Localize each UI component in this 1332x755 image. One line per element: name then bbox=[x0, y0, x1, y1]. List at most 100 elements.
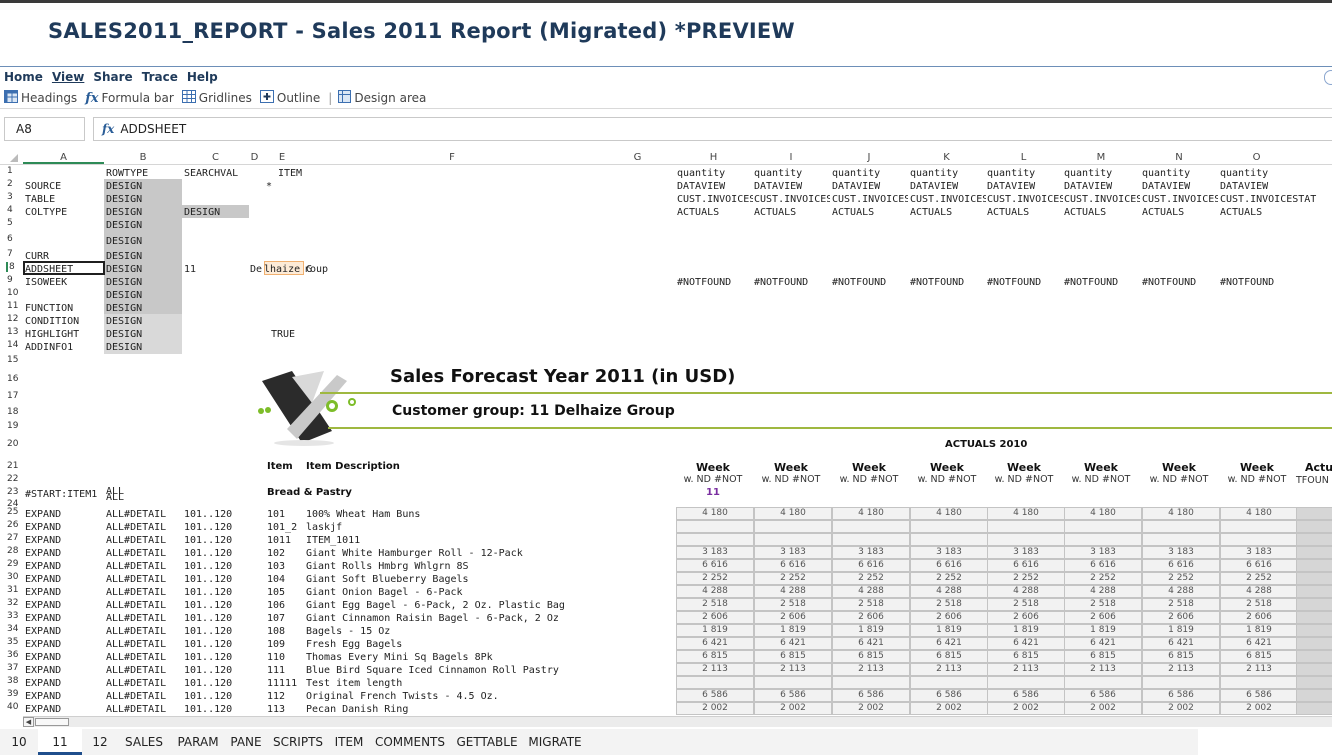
value-cell-34-1[interactable]: 1 819 bbox=[754, 624, 832, 637]
value-cell-25-6[interactable]: 4 180 bbox=[1142, 507, 1220, 520]
value-cell-36-7[interactable]: 6 815 bbox=[1220, 650, 1298, 663]
value-cell-29-4[interactable]: 6 616 bbox=[987, 559, 1065, 572]
value-cell-26-5[interactable] bbox=[1064, 520, 1142, 533]
value-cell-39-3[interactable]: 6 586 bbox=[910, 689, 988, 702]
value-cell-32-1[interactable]: 2 518 bbox=[754, 598, 832, 611]
value-cell-29-3[interactable]: 6 616 bbox=[910, 559, 988, 572]
menu-item-share[interactable]: Share bbox=[93, 70, 132, 86]
row-header-38[interactable]: 38 bbox=[7, 676, 18, 686]
value-cell-29-6[interactable]: 6 616 bbox=[1142, 559, 1220, 572]
actuals-total-cell-26[interactable] bbox=[1296, 520, 1332, 533]
value-cell-35-6[interactable]: 6 421 bbox=[1142, 637, 1220, 650]
value-cell-27-3[interactable] bbox=[910, 533, 988, 546]
value-cell-34-5[interactable]: 1 819 bbox=[1064, 624, 1142, 637]
row-header-40[interactable]: 40 bbox=[7, 702, 18, 712]
value-cell-35-4[interactable]: 6 421 bbox=[987, 637, 1065, 650]
row-header-17[interactable]: 17 bbox=[7, 391, 18, 401]
value-cell-31-6[interactable]: 4 288 bbox=[1142, 585, 1220, 598]
actuals-total-cell-25[interactable]: 33 bbox=[1296, 507, 1332, 520]
actuals-total-cell-30[interactable]: 18 bbox=[1296, 572, 1332, 585]
actuals-total-cell-36[interactable]: 54 bbox=[1296, 650, 1332, 663]
column-header-g[interactable]: G bbox=[600, 152, 675, 164]
column-header-n[interactable]: N bbox=[1140, 152, 1218, 164]
value-cell-34-4[interactable]: 1 819 bbox=[987, 624, 1065, 637]
actuals-total-cell-38[interactable] bbox=[1296, 676, 1332, 689]
sheet-tab-10[interactable]: 10 bbox=[0, 729, 38, 755]
value-cell-28-7[interactable]: 3 183 bbox=[1220, 546, 1298, 559]
value-cell-25-2[interactable]: 4 180 bbox=[832, 507, 910, 520]
value-cell-28-5[interactable]: 3 183 bbox=[1064, 546, 1142, 559]
value-cell-33-6[interactable]: 2 606 bbox=[1142, 611, 1220, 624]
value-cell-26-7[interactable] bbox=[1220, 520, 1298, 533]
row-header-19[interactable]: 19 bbox=[7, 421, 18, 431]
value-cell-39-7[interactable]: 6 586 bbox=[1220, 689, 1298, 702]
column-header-e[interactable]: E bbox=[260, 152, 304, 164]
value-cell-40-6[interactable]: 2 002 bbox=[1142, 702, 1220, 715]
value-cell-34-0[interactable]: 1 819 bbox=[676, 624, 754, 637]
value-cell-35-0[interactable]: 6 421 bbox=[676, 637, 754, 650]
value-cell-33-3[interactable]: 2 606 bbox=[910, 611, 988, 624]
outline-toggle[interactable]: Outline bbox=[259, 90, 320, 106]
value-cell-31-3[interactable]: 4 288 bbox=[910, 585, 988, 598]
value-cell-34-7[interactable]: 1 819 bbox=[1220, 624, 1298, 637]
actuals-total-cell-28[interactable]: 25 bbox=[1296, 546, 1332, 559]
value-cell-26-6[interactable] bbox=[1142, 520, 1220, 533]
actuals-total-cell-29[interactable]: 52 bbox=[1296, 559, 1332, 572]
value-cell-40-7[interactable]: 2 002 bbox=[1220, 702, 1298, 715]
value-cell-36-5[interactable]: 6 815 bbox=[1064, 650, 1142, 663]
value-cell-38-5[interactable] bbox=[1064, 676, 1142, 689]
value-cell-30-5[interactable]: 2 252 bbox=[1064, 572, 1142, 585]
row-header-39[interactable]: 39 bbox=[7, 689, 18, 699]
column-header-a[interactable]: A bbox=[23, 152, 104, 164]
row-header-31[interactable]: 31 bbox=[7, 585, 18, 595]
value-cell-39-4[interactable]: 6 586 bbox=[987, 689, 1065, 702]
sheet-tab-11[interactable]: 11 bbox=[38, 729, 82, 755]
name-box[interactable]: A8 bbox=[4, 117, 85, 141]
select-all-corner[interactable] bbox=[10, 154, 18, 162]
value-cell-32-7[interactable]: 2 518 bbox=[1220, 598, 1298, 611]
value-cell-35-1[interactable]: 6 421 bbox=[754, 637, 832, 650]
sheet-tab-item[interactable]: ITEM bbox=[330, 729, 368, 755]
row-header-7[interactable]: 7 bbox=[7, 249, 13, 259]
column-header-m[interactable]: M bbox=[1062, 152, 1140, 164]
value-cell-31-0[interactable]: 4 288 bbox=[676, 585, 754, 598]
column-header-k[interactable]: K bbox=[908, 152, 985, 164]
value-cell-26-0[interactable] bbox=[676, 520, 754, 533]
value-cell-27-1[interactable] bbox=[754, 533, 832, 546]
value-cell-38-2[interactable] bbox=[832, 676, 910, 689]
column-header-h[interactable]: H bbox=[675, 152, 752, 164]
value-cell-33-7[interactable]: 2 606 bbox=[1220, 611, 1298, 624]
value-cell-25-3[interactable]: 4 180 bbox=[910, 507, 988, 520]
design-area-toggle[interactable]: Design area bbox=[338, 90, 426, 106]
row-header-10[interactable]: 10 bbox=[7, 288, 18, 298]
value-cell-26-4[interactable] bbox=[987, 520, 1065, 533]
value-cell-30-4[interactable]: 2 252 bbox=[987, 572, 1065, 585]
value-cell-25-4[interactable]: 4 180 bbox=[987, 507, 1065, 520]
value-cell-33-4[interactable]: 2 606 bbox=[987, 611, 1065, 624]
row-header-6[interactable]: 6 bbox=[7, 234, 13, 244]
row-header-25[interactable]: 25 bbox=[7, 507, 18, 517]
row-header-3[interactable]: 3 bbox=[7, 192, 13, 202]
value-cell-35-2[interactable]: 6 421 bbox=[832, 637, 910, 650]
value-cell-35-7[interactable]: 6 421 bbox=[1220, 637, 1298, 650]
value-cell-34-6[interactable]: 1 819 bbox=[1142, 624, 1220, 637]
sheet-tab-comments[interactable]: COMMENTS bbox=[368, 729, 452, 755]
column-header-j[interactable]: J bbox=[830, 152, 908, 164]
row-header-37[interactable]: 37 bbox=[7, 663, 18, 673]
value-cell-40-2[interactable]: 2 002 bbox=[832, 702, 910, 715]
ribbon-collapse-button[interactable] bbox=[1324, 70, 1332, 85]
value-cell-33-1[interactable]: 2 606 bbox=[754, 611, 832, 624]
value-cell-27-7[interactable] bbox=[1220, 533, 1298, 546]
value-cell-36-2[interactable]: 6 815 bbox=[832, 650, 910, 663]
value-cell-29-0[interactable]: 6 616 bbox=[676, 559, 754, 572]
value-cell-36-3[interactable]: 6 815 bbox=[910, 650, 988, 663]
scroll-left-button[interactable]: ◀ bbox=[23, 717, 34, 727]
value-cell-37-4[interactable]: 2 113 bbox=[987, 663, 1065, 676]
value-cell-32-3[interactable]: 2 518 bbox=[910, 598, 988, 611]
row-header-20[interactable]: 20 bbox=[7, 439, 18, 449]
headings-toggle[interactable]: Headings bbox=[4, 90, 77, 106]
row-header-36[interactable]: 36 bbox=[7, 650, 18, 660]
value-cell-37-7[interactable]: 2 113 bbox=[1220, 663, 1298, 676]
row-header-33[interactable]: 33 bbox=[7, 611, 18, 621]
actuals-total-cell-27[interactable] bbox=[1296, 533, 1332, 546]
